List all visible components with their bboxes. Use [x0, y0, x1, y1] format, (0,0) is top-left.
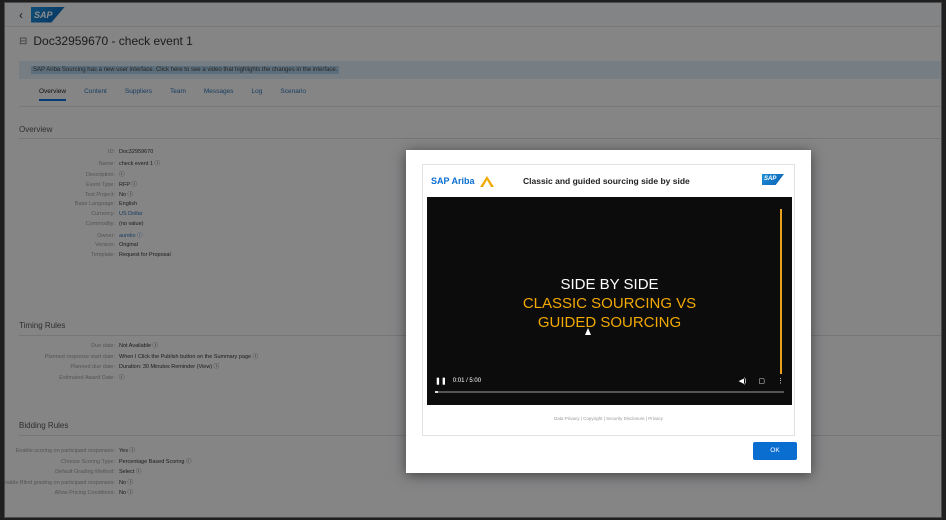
video-footer-links[interactable]: Data Privacy | Copyright | Security Disc… — [423, 416, 794, 421]
video-controls-right: ◀) ▢ ⋮ — [739, 377, 784, 385]
ariba-brand-text: SAP Ariba — [431, 176, 475, 186]
mouse-cursor-icon — [585, 328, 591, 335]
more-options-icon[interactable]: ⋮ — [777, 377, 784, 385]
captions-icon[interactable]: ▢ — [758, 377, 765, 385]
video-title: Classic and guided sourcing side by side — [523, 176, 690, 186]
pause-icon[interactable]: ❚❚ — [435, 377, 447, 385]
volume-icon[interactable]: ◀) — [739, 377, 747, 385]
video-caption-line1: SIDE BY SIDE — [560, 276, 659, 293]
video-header: SAP Ariba Classic and guided sourcing si… — [423, 165, 794, 197]
video-progress-fill — [435, 391, 439, 393]
sap-logo-small: SAP — [762, 174, 784, 185]
video-time: 0:01 / 5:00 — [452, 378, 482, 384]
ariba-logo: SAP Ariba — [431, 175, 496, 187]
video-player[interactable]: SIDE BY SIDE CLASSIC SOURCING VS GUIDED … — [427, 197, 792, 405]
video-progress-bar[interactable] — [435, 391, 784, 393]
ariba-mark-icon — [479, 176, 494, 187]
video-dialog: SAP Ariba Classic and guided sourcing si… — [406, 150, 811, 473]
video-caption-line2: CLASSIC SOURCING VS — [522, 295, 697, 312]
ok-button[interactable]: OK — [753, 442, 797, 460]
video-card: SAP Ariba Classic and guided sourcing si… — [422, 164, 795, 436]
video-controls: ❚❚ 0:01 / 5:00 ◀) ▢ ⋮ — [435, 375, 784, 387]
video-caption-line3: GUIDED SOURCING — [537, 314, 682, 331]
